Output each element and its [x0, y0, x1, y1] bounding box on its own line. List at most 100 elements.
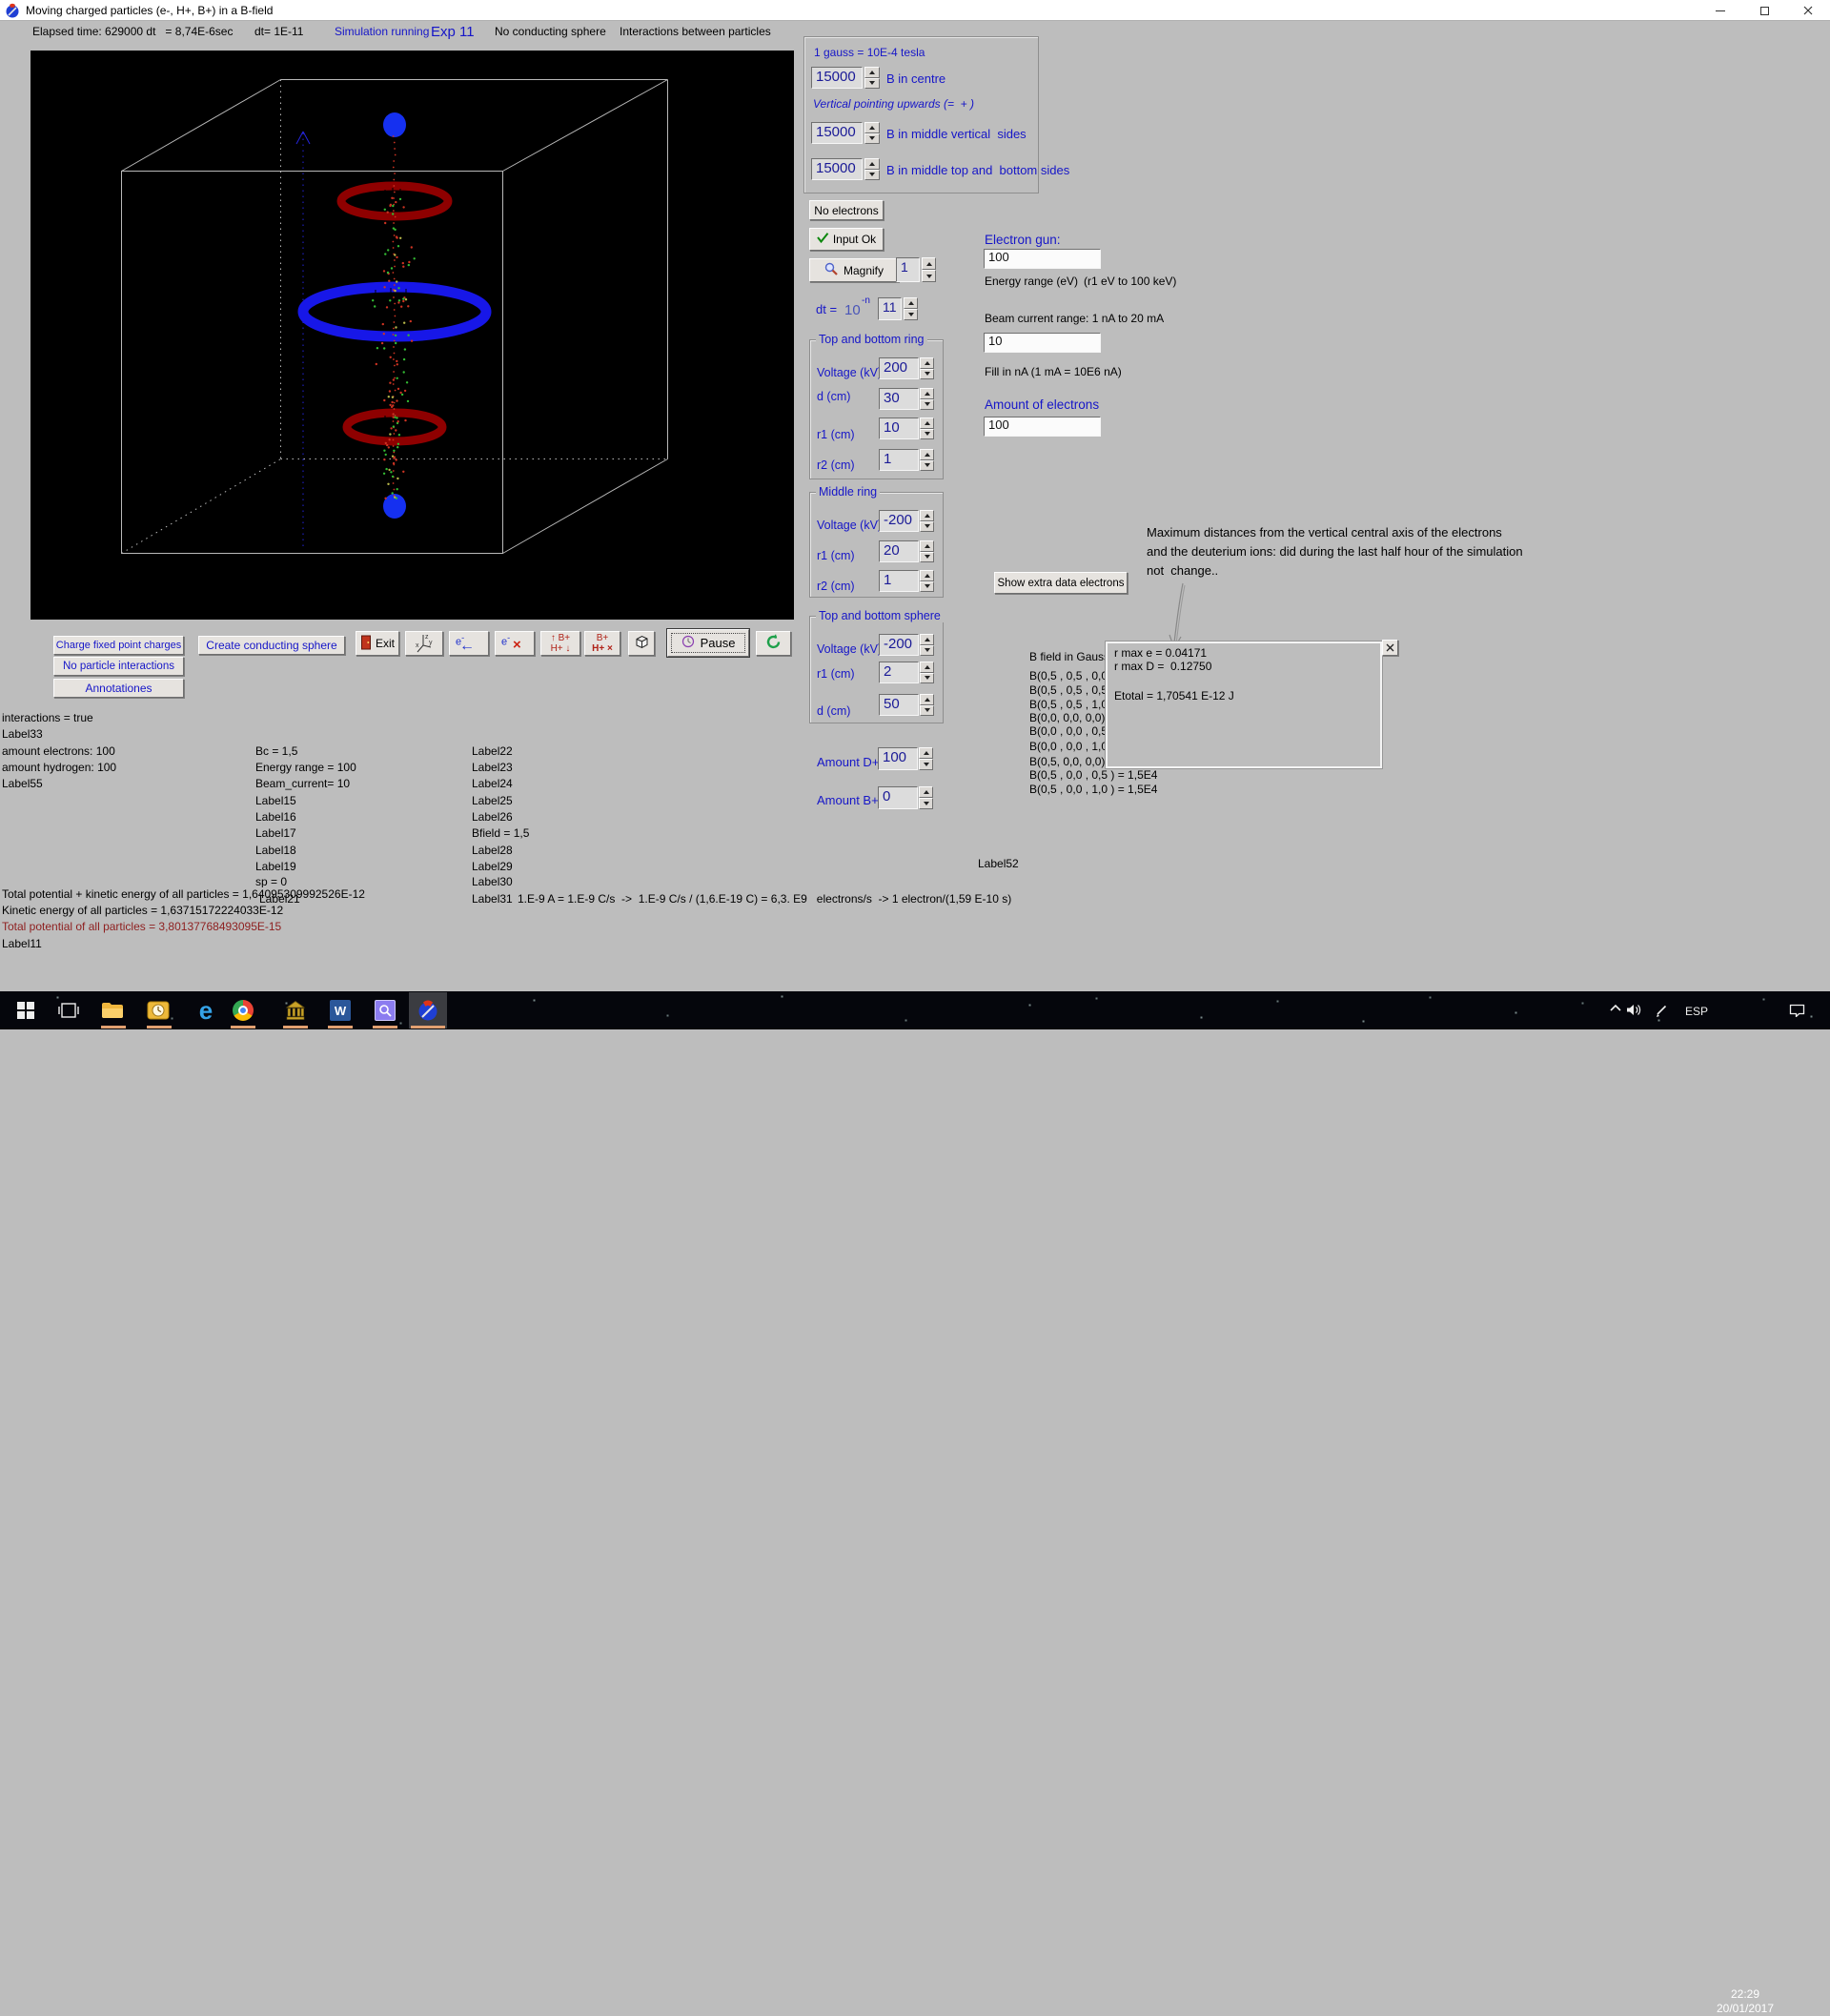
- file-explorer-icon[interactable]: [101, 999, 124, 1022]
- charge-fixed-point-charges-button[interactable]: Charge fixed point charges: [53, 636, 184, 655]
- simulation-app-icon[interactable]: [417, 999, 439, 1022]
- b-vertical-sides-input[interactable]: 15000: [811, 122, 863, 144]
- mr-r2-input[interactable]: 1: [879, 570, 919, 592]
- axes-icon: z y x: [414, 632, 435, 656]
- elapsed-time-label: Elapsed time: 629000 dt = 8,74E-6sec: [32, 25, 233, 38]
- amount-d-input[interactable]: 100: [878, 747, 918, 770]
- b-centre-spinner[interactable]: [864, 67, 880, 89]
- ion-delete-button[interactable]: B+ H+ ×: [584, 631, 620, 656]
- amount-b-spinner[interactable]: [919, 786, 933, 809]
- amount-electrons-input[interactable]: 100: [984, 417, 1101, 437]
- label55: Label55: [2, 777, 43, 790]
- amount-b-label: Amount B+: [817, 793, 879, 807]
- task-view-button[interactable]: [57, 999, 80, 1022]
- restart-button[interactable]: [756, 631, 791, 656]
- beam-current-input[interactable]: 10: [984, 333, 1101, 353]
- pen-icon[interactable]: [1655, 1004, 1668, 1020]
- no-conducting-sphere-label: No conducting sphere: [495, 25, 606, 38]
- magnify-value-input[interactable]: 1: [896, 257, 920, 282]
- dt-exponent-input[interactable]: 11: [878, 297, 902, 320]
- b-top-bottom-spinner[interactable]: [864, 158, 880, 180]
- magnify-label-post: agnify: [853, 264, 884, 277]
- b-vertical-sides-spinner[interactable]: [864, 122, 880, 144]
- close-button[interactable]: [1786, 0, 1830, 21]
- tbs-d-spinner[interactable]: [920, 694, 934, 716]
- bank-app-icon[interactable]: [284, 999, 307, 1022]
- annotations-button[interactable]: Annotationes: [53, 679, 184, 698]
- tbr-d-input[interactable]: 30: [879, 388, 919, 410]
- tbr-voltage-spinner[interactable]: [920, 357, 934, 379]
- no-electrons-button[interactable]: No electrons: [809, 200, 884, 220]
- tbs-r1-label: r1 (cm): [817, 667, 855, 681]
- mr-r2-label: r2 (cm): [817, 580, 855, 593]
- tray-chevron-icon[interactable]: [1609, 1003, 1622, 1016]
- tbr-r1-spinner[interactable]: [920, 417, 934, 439]
- etotal-value: Etotal = 1,70541 E-12 J: [1114, 689, 1234, 703]
- bfield-list-line: B(0,5 , 0,5 , 0,0): [1029, 669, 1111, 682]
- electron-back-button[interactable]: e- ←: [449, 631, 489, 656]
- tbr-r2-input[interactable]: 1: [879, 449, 919, 471]
- tbr-r2-spinner[interactable]: [920, 449, 934, 471]
- mr-r1-input[interactable]: 20: [879, 540, 919, 562]
- input-ok-button[interactable]: Input Ok: [809, 228, 884, 251]
- tbs-voltage-spinner[interactable]: [920, 634, 934, 656]
- tbs-r1-input[interactable]: 2: [879, 662, 919, 683]
- chrome-icon[interactable]: [232, 999, 254, 1022]
- cube-view-button[interactable]: [628, 631, 655, 656]
- amount-d-spinner[interactable]: [919, 747, 933, 770]
- rmax-overlay-panel: r max e = 0.04171 r max D = 0.12750 Etot…: [1106, 641, 1382, 768]
- ion-drop-button[interactable]: ↑ B+ H+ ↓: [540, 631, 580, 656]
- tbs-voltage-input[interactable]: -200: [879, 634, 919, 656]
- minimize-button[interactable]: [1698, 0, 1742, 21]
- energy-range-input[interactable]: 100: [984, 249, 1101, 269]
- magnify-button[interactable]: Magnify: [809, 258, 899, 282]
- running-indicator: [231, 1026, 255, 1028]
- axes-view-button[interactable]: z y x: [405, 631, 443, 656]
- label52: Label52: [978, 857, 1019, 870]
- volume-icon[interactable]: [1626, 1004, 1641, 1019]
- word-icon[interactable]: W: [329, 999, 352, 1022]
- clock-time: 22:29: [1714, 1987, 1777, 2002]
- top-sphere: [383, 112, 406, 137]
- create-conducting-sphere-button[interactable]: Create conducting sphere: [198, 636, 345, 655]
- tbr-voltage-input[interactable]: 200: [879, 357, 919, 379]
- svg-text:x: x: [416, 642, 419, 649]
- b-centre-input[interactable]: 15000: [811, 67, 863, 89]
- electron-delete-button[interactable]: e- ×: [495, 631, 535, 656]
- action-center-icon[interactable]: [1789, 1004, 1805, 1020]
- mr-voltage-spinner[interactable]: [920, 510, 934, 532]
- magnify-spinner[interactable]: [922, 257, 936, 282]
- mr-voltage-input[interactable]: -200: [879, 510, 919, 532]
- clock[interactable]: 22:29 20/01/2017: [1714, 1987, 1777, 2016]
- edge-icon[interactable]: e: [194, 999, 217, 1022]
- energy-range-readout: Energy range = 100: [255, 761, 356, 774]
- no-particle-interactions-button[interactable]: No particle interactions: [53, 657, 184, 676]
- current-conversion-formula: 1.E-9 A = 1.E-9 C/s -> 1.E-9 C/s / (1,6.…: [518, 892, 1011, 906]
- pause-button[interactable]: Pause: [667, 629, 749, 657]
- outlook-icon[interactable]: [147, 999, 170, 1022]
- tbs-d-input[interactable]: 50: [879, 694, 919, 716]
- mr-r1-spinner[interactable]: [920, 540, 934, 562]
- start-button[interactable]: [14, 999, 37, 1022]
- maximize-button[interactable]: [1742, 0, 1786, 21]
- tbr-d-spinner[interactable]: [920, 388, 934, 410]
- top-bottom-sphere-title: Top and bottom sphere: [816, 609, 944, 622]
- overlay-close-button[interactable]: [1382, 640, 1398, 656]
- no-electrons-label-pre: No: [814, 204, 832, 217]
- dt-spinner[interactable]: [904, 297, 918, 320]
- purple-app-icon[interactable]: [374, 999, 396, 1022]
- language-indicator[interactable]: ESP: [1685, 1005, 1708, 1018]
- b-top-bottom-input[interactable]: 15000: [811, 158, 863, 180]
- mr-r2-spinner[interactable]: [920, 570, 934, 592]
- amount-b-input[interactable]: 0: [878, 786, 918, 809]
- tbs-r1-spinner[interactable]: [920, 662, 934, 683]
- energy-range-label: Energy range (eV): [985, 275, 1078, 288]
- pause-label-post: ause: [708, 636, 735, 650]
- tbr-r1-input[interactable]: 10: [879, 417, 919, 439]
- tbr-d-label: d (cm): [817, 390, 850, 403]
- bfield-panel: 1 gauss = 10E-4 tesla 15000 B in centre …: [803, 36, 1039, 193]
- show-extra-data-button[interactable]: Show extra data electrons: [994, 572, 1128, 594]
- exit-button[interactable]: Exit: [356, 631, 399, 656]
- top-ring: [341, 186, 448, 216]
- total-energy-readout: Total potential + kinetic energy of all …: [2, 887, 365, 901]
